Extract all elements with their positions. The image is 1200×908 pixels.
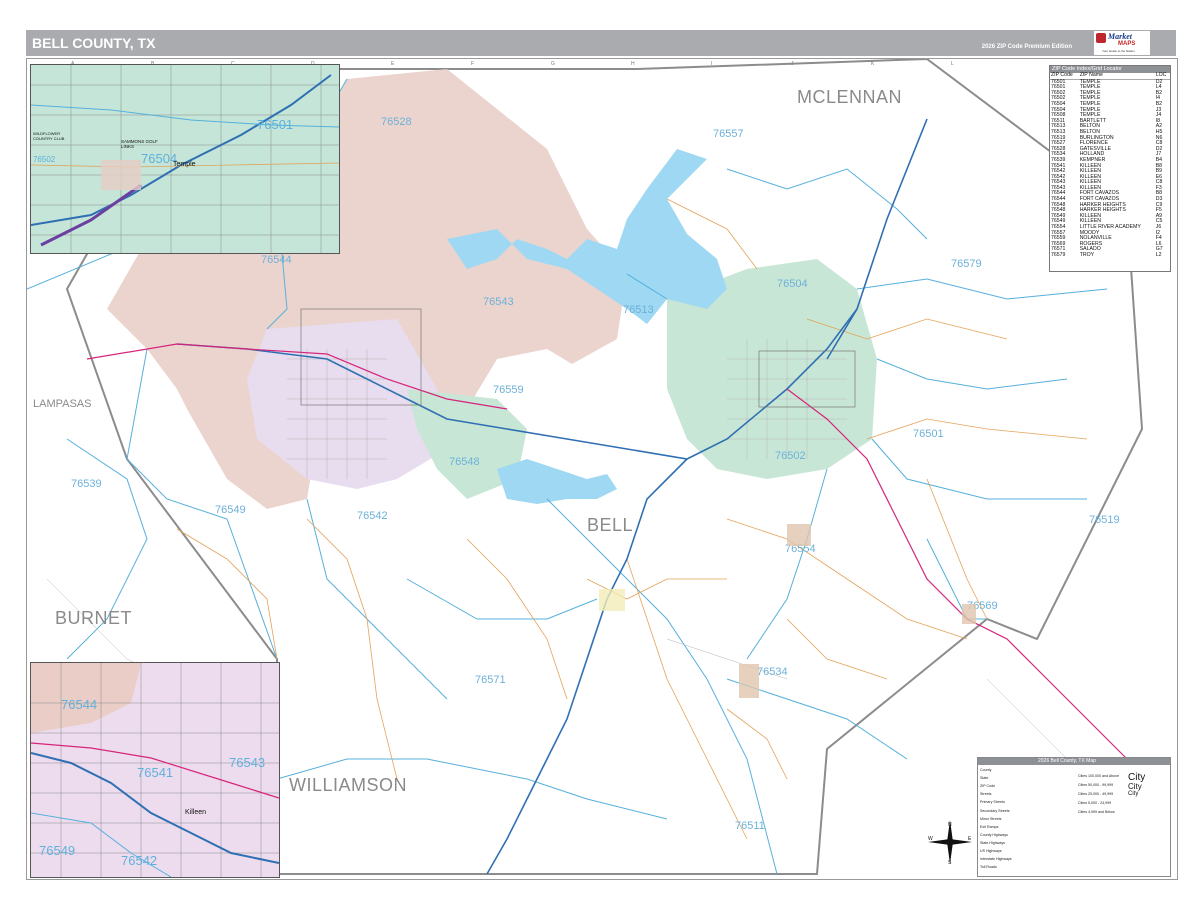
compass-s: S xyxy=(948,860,952,866)
legend-title: 2026 Bell County, TX Map xyxy=(978,758,1170,765)
logo-maps-text: MAPS xyxy=(1118,41,1136,47)
legend-row-label: Primary Streets xyxy=(980,800,1005,805)
zip-label: 76557 xyxy=(713,128,744,140)
inset-zip-label: 76543 xyxy=(229,755,266,770)
county-label-lampasas: LAMPASAS xyxy=(33,398,92,410)
map-title: BELL COUNTY, TX xyxy=(32,35,156,51)
zip-label: 76501 xyxy=(913,428,944,440)
legend-city-label: Cities 5,000 - 24,999 xyxy=(1078,801,1112,805)
edition-label: 2026 ZIP Code Premium Edition xyxy=(981,44,1072,50)
holland-marker xyxy=(739,664,759,698)
logo-badge-icon xyxy=(1096,33,1106,43)
market-maps-logo: Market MAPS Your Guide to the Nation xyxy=(1094,31,1150,55)
zip-code-index: ZIP Code Index/Grid Locator ZIP Code ZIP… xyxy=(1049,65,1171,272)
legend-row-label: County xyxy=(980,768,992,772)
killeen-inset-map[interactable]: 76544 76541 76543 76549 76542 Killeen xyxy=(30,662,280,878)
zip-label: 76571 xyxy=(475,674,506,686)
logo-market-text: Market xyxy=(1108,32,1132,41)
zip-label: 76513 xyxy=(623,304,654,316)
rogers-marker xyxy=(962,604,976,624)
county-label-bell: BELL xyxy=(587,515,633,535)
legend-city-label: Cities 50,000 - 99,999 xyxy=(1078,783,1114,787)
zip-label: 76559 xyxy=(493,384,524,396)
legend-row-label: Interstate Highways xyxy=(980,857,1012,862)
zip-label: 76504 xyxy=(777,278,808,290)
salado-marker xyxy=(599,589,625,611)
temple-inset-svg xyxy=(31,65,339,253)
zip-index-row: 76579 TROY L2 xyxy=(1050,252,1170,259)
zip-label: 76544 xyxy=(261,254,292,266)
inset-place-label: SAMMONS GOLF LINKS xyxy=(121,139,158,149)
svg-text:H: H xyxy=(631,61,635,67)
legend-row-label: Toll Roads xyxy=(980,865,997,870)
inset-city-killeen: Killeen xyxy=(185,809,207,816)
legend-city-label: Cities 100,000 and Above xyxy=(1078,774,1119,778)
inset-zip-label: 76541 xyxy=(137,765,174,780)
zip-index-table: ZIP Code ZIP Name LOC 76501 TEMPLE D2 76501… xyxy=(1050,72,1170,259)
inset-zip-label: 76542 xyxy=(121,853,158,868)
map-legend: 2026 Bell County, TX Map County State ZIP … xyxy=(977,757,1171,877)
zip-label: 76539 xyxy=(71,478,102,490)
compass-n: N xyxy=(948,822,952,828)
legend-row-label: Minor Streets xyxy=(980,816,1002,821)
zip-label: 76549 xyxy=(215,504,246,516)
zip-index-cell: 76579 xyxy=(1051,252,1066,258)
zip-index-cell: L2 xyxy=(1155,252,1162,258)
zip-label: 76534 xyxy=(757,666,788,678)
inset-place-label: WILDFLOWER COUNTRY CLUB xyxy=(33,131,65,141)
county-label-mclennan: MCLENNAN xyxy=(797,87,902,107)
legend-row-label: Secondary Streets xyxy=(980,808,1010,813)
inset-zip-label: 76502 xyxy=(33,155,56,164)
zip-label: 76502 xyxy=(775,450,806,462)
zip-label: 76511 xyxy=(735,820,765,832)
logo-subtitle: Your Guide to the Nation xyxy=(1102,49,1135,53)
legend-row-label: ZIP Code xyxy=(980,784,996,789)
little-river-academy-marker xyxy=(787,524,811,546)
county-label-burnet: BURNET xyxy=(55,608,132,628)
legend-row-label: County Highways xyxy=(980,832,1008,837)
zip-label: 76519 xyxy=(1089,514,1120,526)
zip-label: 76542 xyxy=(357,510,388,522)
county-label-williamson: WILLIAMSON xyxy=(289,775,407,795)
svg-text:L: L xyxy=(951,61,954,67)
legend-row-label: Exit Ramps xyxy=(980,824,999,829)
legend-row-label: State xyxy=(980,776,989,781)
zip-label: 76528 xyxy=(381,116,412,128)
title-bar: BELL COUNTY, TX 2026 ZIP Code Premium Ed… xyxy=(26,30,1176,56)
zip-label: 76548 xyxy=(449,456,480,468)
zip-index-body: 76501 TEMPLE D2 76501 TEMPLE L4 76502 TEMPLE B2 7… xyxy=(1050,79,1170,259)
temple-inset-map[interactable]: 76501 76504 76502 Temple SAMMONS GOLF LI… xyxy=(30,64,340,254)
legend-city-medium: City xyxy=(1128,782,1142,791)
inset-city-temple: Temple xyxy=(173,161,196,168)
zip-label: 76543 xyxy=(483,296,514,308)
zip-label: 76579 xyxy=(951,258,982,270)
legend-city-small: City xyxy=(1128,791,1139,797)
compass-w: W xyxy=(928,836,933,842)
inset-zip-label: 76549 xyxy=(39,843,76,858)
legend-row-label: Streets xyxy=(980,792,992,797)
legend-row-label: State Highways xyxy=(980,840,1005,845)
svg-text:F: F xyxy=(471,61,474,67)
compass-e: E xyxy=(968,836,972,842)
svg-text:I: I xyxy=(711,61,712,67)
inset-zip-label: 76501 xyxy=(257,117,294,132)
zip-index-cell: TROY xyxy=(1079,252,1095,258)
inset-zip-label: 76544 xyxy=(61,697,98,712)
compass-rose-icon: N S E W xyxy=(926,818,974,866)
inset-zip-label: 76504 xyxy=(141,151,178,166)
legend-row-label: US Highways xyxy=(980,849,1002,853)
svg-text:G: G xyxy=(551,61,555,67)
legend-city-label: Cities 4,999 and Below xyxy=(1078,810,1115,814)
legend-city-label: Cities 25,000 - 49,999 xyxy=(1078,792,1114,796)
